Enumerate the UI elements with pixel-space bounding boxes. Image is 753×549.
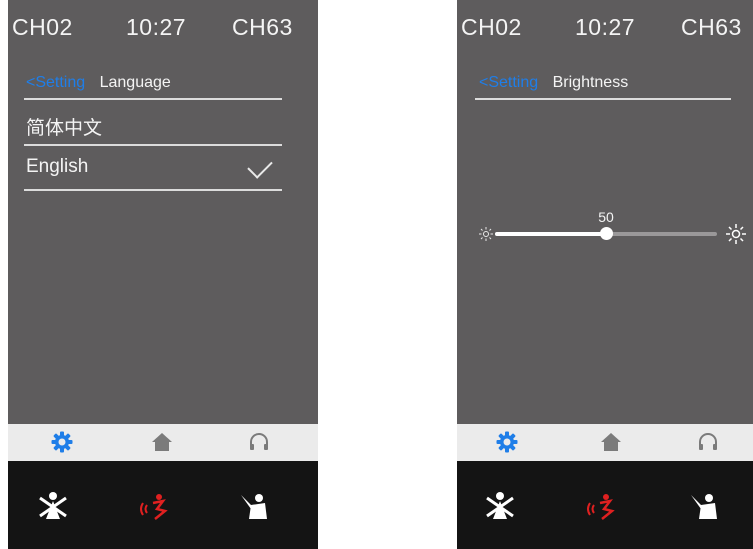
mute-person-icon[interactable]	[482, 489, 518, 525]
back-setting-link[interactable]: <Setting	[479, 74, 538, 91]
clock: 10:27	[126, 14, 187, 40]
call-signal-icon[interactable]	[582, 489, 618, 525]
action-bar	[457, 461, 753, 549]
home-icon[interactable]	[599, 430, 623, 454]
gear-icon[interactable]	[495, 430, 519, 454]
list-divider	[24, 189, 282, 191]
brightness-settings-screen: CH02 10:27 CH63 <Setting Brightness 50	[457, 0, 753, 549]
status-bar: CH02 10:27 CH63	[8, 14, 318, 50]
page-title: Language	[99, 74, 171, 91]
action-bar	[8, 461, 318, 549]
right-channel: CH63	[681, 14, 742, 40]
page-title: Brightness	[552, 74, 629, 91]
tab-bar	[457, 424, 753, 461]
page-header: <Setting Brightness	[479, 74, 628, 98]
screen-area: CH02 10:27 CH63 <Setting Language 简体中文 E…	[8, 0, 318, 424]
raise-hand-person-icon[interactable]	[237, 489, 273, 525]
left-channel: CH02	[12, 14, 73, 40]
language-option-english[interactable]: English	[26, 156, 88, 178]
headphones-icon[interactable]	[247, 430, 271, 454]
screen-area: CH02 10:27 CH63 <Setting Brightness 50	[457, 0, 753, 424]
sun-dim-icon	[477, 225, 495, 243]
slider-thumb[interactable]	[599, 227, 613, 240]
language-settings-screen: CH02 10:27 CH63 <Setting Language 简体中文 E…	[8, 0, 318, 549]
header-divider	[475, 98, 731, 100]
right-channel: CH63	[232, 14, 293, 40]
mute-person-icon[interactable]	[35, 489, 71, 525]
brightness-value: 50	[598, 209, 614, 225]
gear-icon[interactable]	[50, 430, 74, 454]
sun-bright-icon	[725, 223, 747, 245]
slider-fill	[495, 232, 606, 236]
status-bar: CH02 10:27 CH63	[457, 14, 753, 50]
raise-hand-person-icon[interactable]	[687, 489, 723, 525]
checkmark-icon	[247, 153, 273, 179]
left-channel: CH02	[461, 14, 522, 40]
tab-bar	[8, 424, 318, 461]
back-setting-link[interactable]: <Setting	[26, 74, 85, 91]
page-header: <Setting Language	[26, 74, 171, 98]
brightness-slider[interactable]: 50	[477, 205, 747, 245]
call-signal-icon[interactable]	[135, 489, 171, 525]
header-divider	[24, 98, 282, 100]
list-divider	[24, 144, 282, 146]
home-icon[interactable]	[150, 430, 174, 454]
language-option-chinese[interactable]: 简体中文	[26, 113, 102, 140]
clock: 10:27	[575, 14, 636, 40]
headphones-icon[interactable]	[696, 430, 720, 454]
